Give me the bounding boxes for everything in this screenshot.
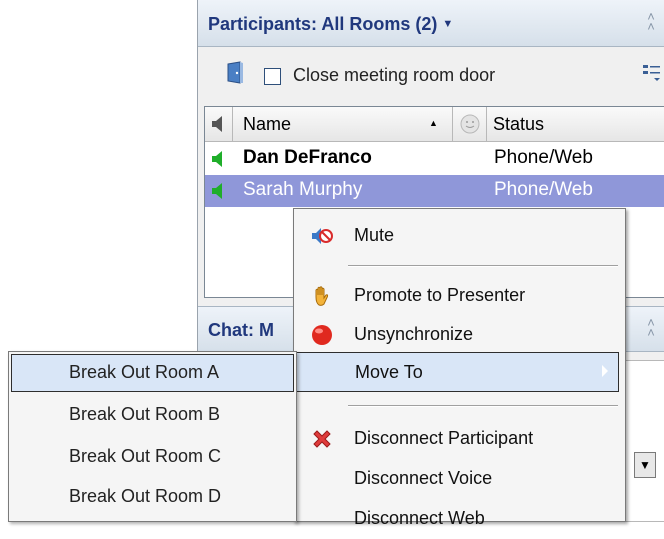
status-column-header[interactable]: Status: [487, 107, 664, 141]
menu-item-label: Promote to Presenter: [354, 285, 526, 305]
participant-name: Dan DeFranco: [243, 147, 372, 168]
status-icon-column-header[interactable]: [453, 107, 487, 141]
smiley-icon: [460, 114, 480, 134]
collapse-chevron-icon[interactable]: ˄ ˄: [644, 316, 658, 339]
status-column-label: Status: [493, 114, 545, 134]
menu-item-label: Disconnect Web: [354, 508, 485, 528]
participants-list-header: Name ▲ Status: [205, 107, 664, 142]
close-door-checkbox[interactable]: [264, 68, 281, 85]
participants-pod-header: Participants: All Rooms (2) ▼ ˄ ˄: [198, 0, 664, 47]
raised-hand-icon: [315, 286, 329, 306]
participant-status: Phone/Web: [494, 147, 593, 168]
submenu-item-label: Break Out Room B: [69, 404, 221, 424]
submenu-item-break-out-room-d[interactable]: Break Out Room D: [11, 478, 294, 516]
door-icon: [227, 61, 243, 84]
sort-ascending-icon: ▲: [429, 118, 438, 128]
menu-separator: [348, 405, 618, 407]
submenu-item-label: Break Out Room A: [69, 362, 220, 382]
menu-item-label: Disconnect Participant: [354, 428, 534, 448]
menu-item-unsynchronize[interactable]: Unsynchronize: [294, 315, 625, 355]
menu-item-label: Move To: [355, 362, 423, 382]
submenu-item-label: Break Out Room C: [69, 446, 222, 466]
menu-item-disconnect-participant[interactable]: Disconnect Participant: [294, 419, 625, 459]
submenu-item-break-out-room-c[interactable]: Break Out Room C: [11, 438, 294, 476]
red-x-icon: [313, 430, 331, 448]
move-to-submenu: Break Out Room A Break Out Room B Break …: [8, 351, 297, 522]
mute-speaker-icon: [312, 228, 333, 244]
submenu-arrow-icon: [602, 365, 608, 377]
menu-item-promote-to-presenter[interactable]: Promote to Presenter: [294, 276, 625, 316]
speaker-icon: [212, 116, 222, 132]
participants-toolbar: Close meeting room door: [198, 47, 664, 101]
submenu-item-break-out-room-b[interactable]: Break Out Room B: [11, 396, 294, 434]
chat-pod-title[interactable]: Chat: M: [208, 320, 274, 341]
speaker-active-icon: [212, 151, 222, 167]
name-column-label: Name: [243, 114, 292, 134]
participant-status: Phone/Web: [494, 179, 593, 200]
menu-separator: [348, 265, 618, 267]
participant-row-selected[interactable]: Sarah Murphy Phone/Web: [205, 175, 664, 207]
menu-item-mute[interactable]: Mute: [294, 216, 625, 256]
menu-item-label: Unsynchronize: [354, 324, 474, 344]
submenu-item-break-out-room-a[interactable]: Break Out Room A: [11, 354, 294, 392]
menu-item-disconnect-web[interactable]: Disconnect Web: [294, 499, 625, 539]
red-circle-icon: [312, 325, 332, 345]
participant-name: Sarah Murphy: [243, 179, 363, 200]
participant-row[interactable]: Dan DeFranco Phone/Web: [205, 143, 664, 175]
menu-item-disconnect-voice[interactable]: Disconnect Voice: [294, 459, 625, 499]
participant-context-menu: Mute Promote to Presenter Unsynchronize …: [293, 208, 626, 528]
collapse-chevron-icon[interactable]: ˄ ˄: [644, 10, 658, 33]
menu-item-move-to[interactable]: Move To: [295, 352, 619, 392]
pod-options-menu-icon[interactable]: [642, 63, 662, 83]
speaker-active-icon: [212, 183, 222, 199]
menu-item-label: Disconnect Voice: [354, 468, 493, 488]
participants-pod-title[interactable]: Participants: All Rooms (2) ▼: [208, 14, 453, 35]
speaker-column-header[interactable]: [205, 107, 233, 141]
dropdown-arrow-icon[interactable]: ▼: [442, 18, 453, 30]
scroll-down-button[interactable]: ▼: [634, 452, 656, 478]
name-column-header[interactable]: Name ▲: [233, 107, 453, 141]
submenu-item-label: Break Out Room D: [69, 486, 222, 506]
close-door-label[interactable]: Close meeting room door: [293, 65, 495, 86]
menu-item-label: Mute: [354, 225, 395, 245]
triangle-down-icon: ▼: [639, 458, 651, 472]
